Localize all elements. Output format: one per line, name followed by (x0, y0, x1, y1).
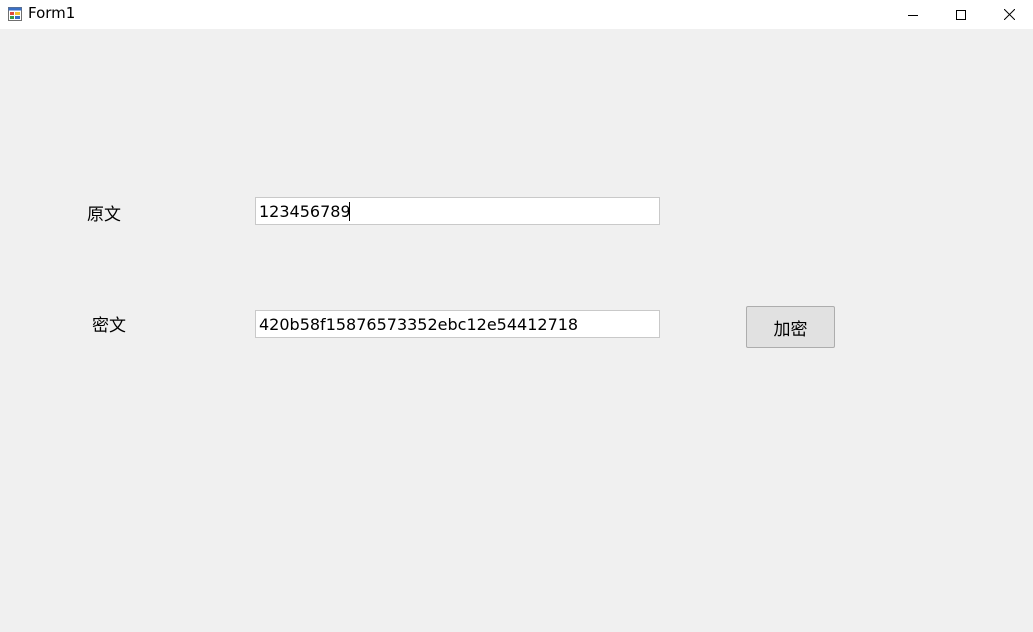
ciphertext-label: 密文 (92, 316, 126, 336)
maximize-button[interactable] (938, 0, 984, 29)
encrypt-button[interactable]: 加密 (746, 306, 835, 348)
window-title: Form1 (28, 4, 76, 22)
plaintext-label: 原文 (87, 205, 121, 225)
form-window: Form1 原文 密文 加密 (0, 0, 1033, 632)
text-caret (349, 202, 350, 221)
form-app-icon (8, 6, 22, 21)
close-button[interactable] (986, 0, 1032, 29)
title-bar[interactable]: Form1 (0, 0, 1033, 29)
ciphertext-input[interactable] (255, 310, 660, 338)
minimize-icon (908, 14, 918, 16)
maximize-icon (956, 9, 966, 20)
minimize-button[interactable] (890, 0, 936, 29)
plaintext-input[interactable] (255, 197, 660, 225)
close-icon (1003, 9, 1015, 20)
